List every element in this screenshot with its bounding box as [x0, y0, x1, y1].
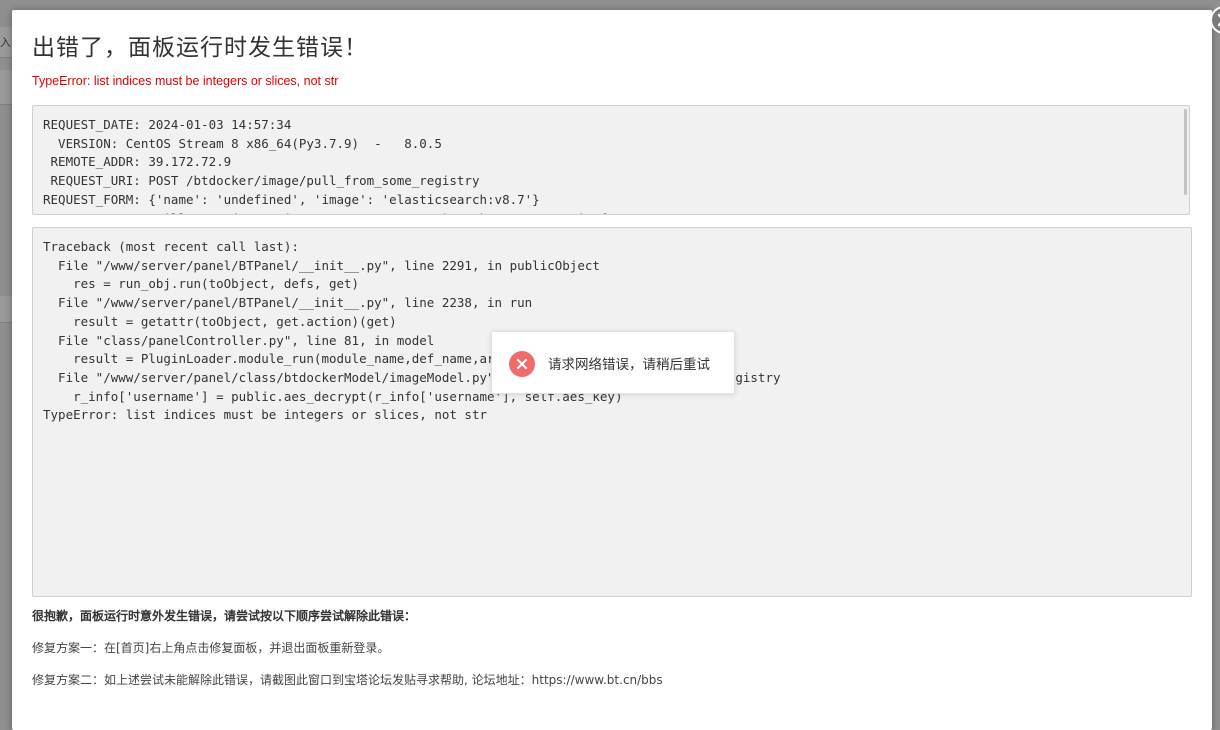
close-button[interactable]	[1210, 6, 1220, 34]
background-row	[0, 296, 12, 323]
fix-option-2: 修复方案二：如上述尝试未能解除此错误，请截图此窗口到宝塔论坛发贴寻求帮助, 论坛…	[32, 673, 663, 687]
background-input-label: 入	[0, 36, 11, 49]
dialog-title: 出错了，面板运行时发生错误！	[32, 35, 368, 61]
request-info-box[interactable]: REQUEST_DATE: 2024-01-03 14:57:34 VERSIO…	[32, 105, 1190, 215]
background-row	[0, 70, 12, 105]
error-circle-icon	[509, 351, 535, 377]
fix-option-1: 修复方案一：在[首页]右上角点击修复面板，并退出面板重新登录。	[32, 641, 390, 655]
error-toast: 请求网络错误，请稍后重试	[491, 331, 735, 394]
toast-message: 请求网络错误，请稍后重试	[548, 357, 710, 373]
traceback-box[interactable]: Traceback (most recent call last): File …	[32, 227, 1192, 597]
traceback-text: Traceback (most recent call last): File …	[43, 239, 781, 423]
request-info-text: REQUEST_DATE: 2024-01-03 14:57:34 VERSIO…	[43, 117, 668, 214]
help-intro: 很抱歉，面板运行时意外发生错误，请尝试按以下顺序尝试解除此错误：	[32, 609, 417, 623]
error-message: TypeError: list indices must be integers…	[32, 74, 339, 88]
request-info-scrollbar[interactable]	[1184, 109, 1187, 195]
